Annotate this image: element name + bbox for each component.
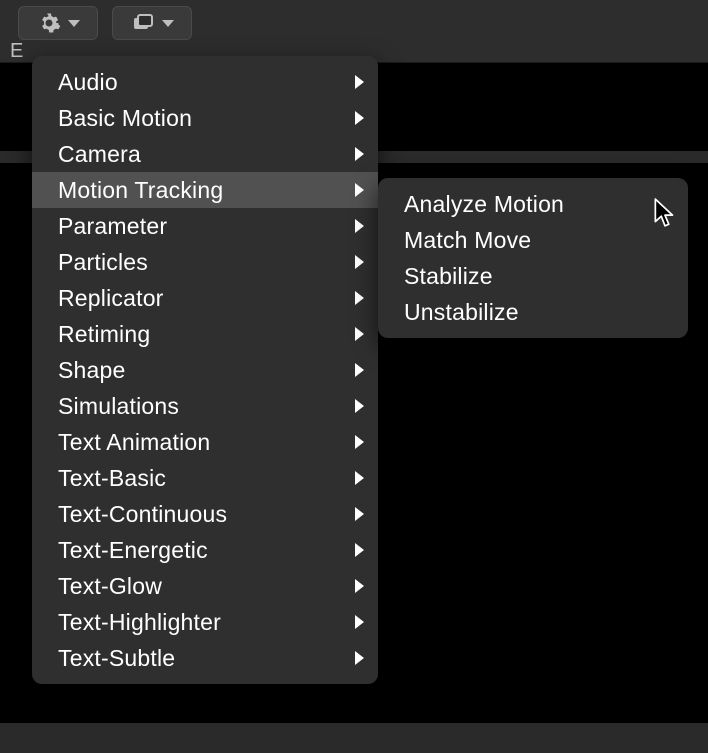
menu-item-label: Motion Tracking [58,177,223,204]
submenu-arrow-icon [355,543,364,557]
submenu-arrow-icon [355,579,364,593]
menu-item-label: Replicator [58,285,164,312]
submenu-arrow-icon [355,111,364,125]
menu-item-label: Basic Motion [58,105,192,132]
submenu-arrow-icon [355,255,364,269]
bottom-bar [0,722,708,753]
menu-item-label: Particles [58,249,148,276]
submenu-arrow-icon [355,219,364,233]
menu-item-simulations[interactable]: Simulations [32,388,378,424]
menu-item-label: Shape [58,357,126,384]
submenu-arrow-icon [355,399,364,413]
menu-item-text-animation[interactable]: Text Animation [32,424,378,460]
submenu-arrow-icon [355,471,364,485]
menu-item-replicator[interactable]: Replicator [32,280,378,316]
menu-item-basic-motion[interactable]: Basic Motion [32,100,378,136]
menu-item-parameter[interactable]: Parameter [32,208,378,244]
truncated-label: E [10,40,23,63]
menu-item-label: Analyze Motion [404,191,564,218]
submenu-item-stabilize[interactable]: Stabilize [378,258,688,294]
submenu-arrow-icon [355,291,364,305]
menu-item-label: Text-Energetic [58,537,208,564]
menu-item-text-glow[interactable]: Text-Glow [32,568,378,604]
menu-item-label: Text-Glow [58,573,162,600]
menu-item-text-continuous[interactable]: Text-Continuous [32,496,378,532]
menu-item-label: Match Move [404,227,531,254]
submenu-arrow-icon [355,363,364,377]
menu-item-retiming[interactable]: Retiming [32,316,378,352]
toolbar: E [0,0,708,63]
menu-item-particles[interactable]: Particles [32,244,378,280]
menu-item-label: Text-Subtle [58,645,175,672]
menu-item-text-highlighter[interactable]: Text-Highlighter [32,604,378,640]
menu-item-text-subtle[interactable]: Text-Subtle [32,640,378,676]
submenu-arrow-icon [355,147,364,161]
submenu-item-unstabilize[interactable]: Unstabilize [378,294,688,330]
menu-item-label: Text-Continuous [58,501,227,528]
menu-item-label: Text Animation [58,429,210,456]
submenu-item-analyze-motion[interactable]: Analyze Motion [378,186,688,222]
motion-tracking-submenu: Analyze Motion Match Move Stabilize Unst… [378,178,688,338]
submenu-arrow-icon [355,327,364,341]
menu-item-label: Text-Highlighter [58,609,221,636]
gear-icon [36,10,62,36]
behaviors-menu: Audio Basic Motion Camera Motion Trackin… [32,56,378,684]
submenu-arrow-icon [355,435,364,449]
menu-item-label: Retiming [58,321,150,348]
menu-item-text-energetic[interactable]: Text-Energetic [32,532,378,568]
gear-dropdown-button[interactable] [18,6,98,40]
menu-item-label: Stabilize [404,263,493,290]
chevron-down-icon [162,20,174,27]
menu-item-label: Audio [58,69,118,96]
menu-item-shape[interactable]: Shape [32,352,378,388]
panels-icon [130,10,156,36]
menu-item-label: Parameter [58,213,167,240]
submenu-arrow-icon [355,507,364,521]
submenu-arrow-icon [355,75,364,89]
panels-dropdown-button[interactable] [112,6,192,40]
submenu-item-match-move[interactable]: Match Move [378,222,688,258]
menu-item-label: Camera [58,141,141,168]
submenu-arrow-icon [355,183,364,197]
menu-item-text-basic[interactable]: Text-Basic [32,460,378,496]
menu-item-label: Simulations [58,393,179,420]
chevron-down-icon [68,20,80,27]
menu-item-label: Text-Basic [58,465,166,492]
menu-item-motion-tracking[interactable]: Motion Tracking [32,172,378,208]
menu-item-label: Unstabilize [404,299,519,326]
submenu-arrow-icon [355,651,364,665]
menu-item-camera[interactable]: Camera [32,136,378,172]
submenu-arrow-icon [355,615,364,629]
menu-item-audio[interactable]: Audio [32,64,378,100]
